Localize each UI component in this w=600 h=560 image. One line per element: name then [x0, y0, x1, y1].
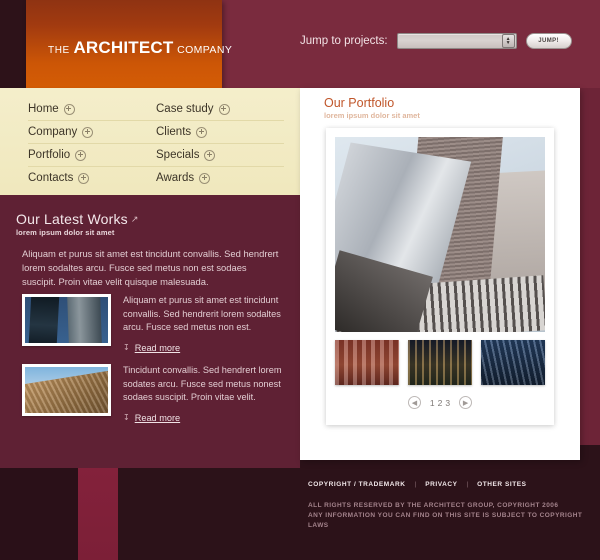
- plus-circle-icon: [218, 103, 230, 115]
- plus-circle-icon: [196, 126, 208, 138]
- nav-item-portfolio[interactable]: Portfolio: [28, 149, 156, 161]
- arrow-up-right-icon: ↗: [130, 214, 139, 224]
- news-text: Tincidunt convallis. Sed hendrert lorem …: [123, 365, 282, 402]
- jump-label: Jump to projects:: [300, 35, 388, 47]
- nav-label: Awards: [156, 172, 195, 184]
- nav-item-case-study[interactable]: Case study: [156, 103, 284, 115]
- nav-grid: Home Case study Company Clients Portfoli…: [28, 98, 284, 189]
- nav-row: Contacts Awards: [28, 167, 284, 189]
- plus-circle-icon: [78, 172, 90, 184]
- portfolio-header: Our Portfolio lorem ipsum dolor sit amet: [324, 96, 420, 120]
- list-item: Aliquam et purus sit amet est tincidunt …: [22, 294, 284, 353]
- nav-row: Home Case study: [28, 98, 284, 121]
- news-body: Tincidunt convallis. Sed hendrert lorem …: [123, 364, 284, 423]
- page-number[interactable]: 2: [438, 398, 443, 408]
- footer-legal-line-2: ANY INFORMATION YOU CAN FIND ON THIS SIT…: [308, 512, 583, 529]
- glass-facade-photo: [25, 367, 108, 413]
- news-thumbnail[interactable]: [22, 364, 111, 416]
- read-more-label: Read more: [134, 342, 181, 353]
- chevron-right-icon[interactable]: ▶: [459, 396, 473, 409]
- skyscraper-low-angle-photo[interactable]: [335, 137, 545, 332]
- portfolio-panel: Our Portfolio lorem ipsum dolor sit amet…: [300, 88, 580, 460]
- page-number[interactable]: 3: [445, 398, 450, 408]
- plus-circle-icon: [75, 149, 87, 161]
- footer-link-copyright-trademark[interactable]: COPYRIGHT / TRADEMARK: [308, 481, 406, 488]
- nav-item-company[interactable]: Company: [28, 126, 156, 138]
- nav-label: Home: [28, 103, 59, 115]
- news-thumbnail[interactable]: [22, 294, 111, 346]
- blue-glass-towers-photo[interactable]: [481, 340, 545, 385]
- section-subtitle: lorem ipsum dolor sit amet: [16, 228, 115, 237]
- nav-item-contacts[interactable]: Contacts: [28, 172, 156, 184]
- footer-legal-line-1: ALL RIGHTS RESERVED BY THE ARCHITECT GRO…: [308, 502, 559, 509]
- main-navigation: Home Case study Company Clients Portfoli…: [0, 88, 300, 195]
- plus-circle-icon: [82, 126, 94, 138]
- section-title-text: Our Latest Works: [16, 211, 128, 227]
- chevron-down-icon: ↧: [123, 413, 130, 422]
- red-brick-building-photo[interactable]: [335, 340, 399, 385]
- spinner-down-icon: ▼: [505, 40, 511, 46]
- page-title: Our Portfolio: [324, 96, 395, 110]
- page-numbers: 1 2 3: [430, 398, 450, 408]
- footer-separator: |: [414, 481, 417, 488]
- portfolio-card: ◀ 1 2 3 ▶: [326, 128, 554, 425]
- latest-works-header: Our Latest Works ↗ lorem ipsum dolor sit …: [16, 211, 139, 237]
- select-spinner-icon[interactable]: ▲ ▼: [501, 34, 515, 48]
- nav-item-specials[interactable]: Specials: [156, 149, 284, 161]
- portfolio-thumbnail-strip: [335, 340, 545, 385]
- gothic-building-night-photo[interactable]: [408, 340, 472, 385]
- page-number[interactable]: 1: [430, 398, 435, 408]
- nav-item-clients[interactable]: Clients: [156, 126, 284, 138]
- nav-row: Company Clients: [28, 121, 284, 144]
- nav-label: Portfolio: [28, 149, 71, 161]
- portfolio-subtitle: lorem ipsum dolor sit amet: [324, 111, 420, 120]
- logo-text: THE ARCHITECT COMPANY: [48, 38, 232, 58]
- page-root: THE ARCHITECT COMPANY Jump to projects: …: [0, 0, 600, 560]
- footer-link-privacy[interactable]: PRIVACY: [425, 481, 457, 488]
- plus-circle-icon: [199, 172, 211, 184]
- read-more-link[interactable]: ↧ Read more: [123, 413, 284, 423]
- portfolio-pagination: ◀ 1 2 3 ▶: [326, 396, 554, 409]
- nav-item-awards[interactable]: Awards: [156, 172, 284, 184]
- jump-button[interactable]: JUMP!: [525, 33, 572, 49]
- twin-towers-photo: [25, 297, 108, 343]
- plus-circle-icon: [204, 149, 216, 161]
- latest-works-section: Our Latest Works ↗ lorem ipsum dolor sit …: [0, 195, 300, 468]
- nav-label: Case study: [156, 103, 214, 115]
- nav-item-home[interactable]: Home: [28, 103, 156, 115]
- news-text: Aliquam et purus sit amet est tincidunt …: [123, 295, 281, 332]
- logo-name: ARCHITECT: [73, 38, 174, 57]
- nav-label: Contacts: [28, 172, 74, 184]
- projects-select[interactable]: ▲ ▼: [396, 33, 517, 49]
- chevron-left-icon[interactable]: ◀: [407, 396, 421, 409]
- logo-block[interactable]: THE ARCHITECT COMPANY: [26, 0, 232, 88]
- read-more-label: Read more: [134, 412, 181, 423]
- list-item: Tincidunt convallis. Sed hendrert lorem …: [22, 364, 284, 423]
- nav-label: Clients: [156, 126, 192, 138]
- chevron-down-icon: ↧: [123, 343, 130, 352]
- section-title: Our Latest Works ↗: [16, 211, 139, 227]
- logo-the: THE: [48, 45, 70, 56]
- footer-link-other-sites[interactable]: OTHER SITES: [477, 481, 526, 488]
- footer-links: COPYRIGHT / TRADEMARK | PRIVACY | OTHER …: [308, 481, 527, 488]
- jump-to-projects-bar: Jump to projects: ▲ ▼ JUMP!: [300, 33, 572, 49]
- logo-company: COMPANY: [177, 44, 233, 56]
- nav-label: Specials: [156, 149, 200, 161]
- news-body: Aliquam et purus sit amet est tincidunt …: [123, 294, 284, 353]
- nav-label: Company: [28, 126, 78, 138]
- nav-row: Portfolio Specials: [28, 144, 284, 167]
- footer-legal: ALL RIGHTS RESERVED BY THE ARCHITECT GRO…: [308, 501, 600, 531]
- read-more-link[interactable]: ↧ Read more: [123, 343, 284, 353]
- latest-works-intro: Aliquam et purus sit amet est tincidunt …: [22, 248, 279, 287]
- plus-circle-icon: [63, 103, 75, 115]
- footer-separator: |: [466, 481, 469, 488]
